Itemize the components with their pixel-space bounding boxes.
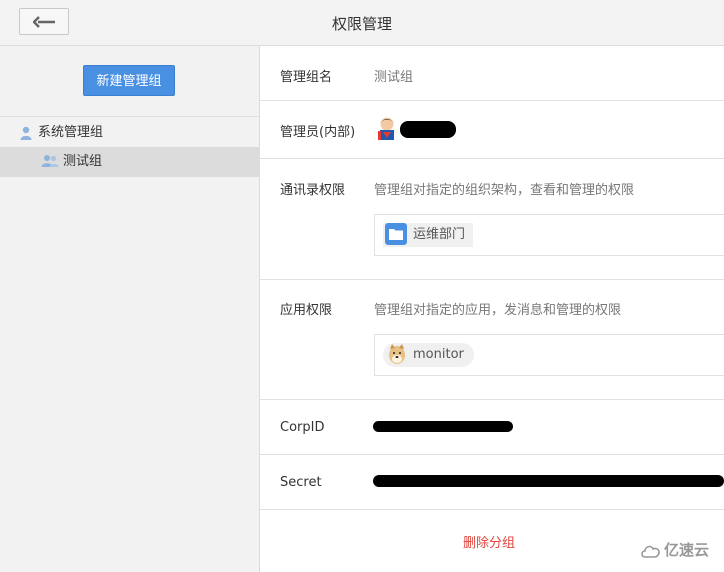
folder-icon [385, 223, 407, 245]
department-chip-label: 运维部门 [413, 227, 466, 242]
tree-item-system-group[interactable]: 系统管理组 [0, 119, 259, 147]
tree-item-test-group[interactable]: 测试组 [0, 147, 259, 177]
secret-label: Secret [280, 475, 322, 490]
contacts-permission-desc: 管理组对指定的组织架构，查看和管理的权限 [374, 183, 635, 198]
redacted-corpid [373, 421, 513, 432]
watermark-text: 亿速云 [664, 541, 710, 559]
page-title: 权限管理 [331, 15, 392, 33]
watermark: 亿速云 [640, 539, 709, 560]
group-detail: 管理组名 测试组 管理员(内部) 通讯录权限 管理组对指定的组织架构，查看和管理… [260, 46, 724, 572]
group-name-value[interactable]: 测试组 [374, 66, 413, 85]
sidebar: 新建管理组 系统管理组 测试组 [0, 46, 260, 572]
app-permission-desc: 管理组对指定的应用，发消息和管理的权限 [374, 303, 622, 318]
app-chip-label: monitor [413, 347, 464, 362]
redacted-secret [373, 475, 724, 487]
cloud-logo-icon [641, 545, 660, 558]
corpid-label: CorpID [280, 420, 325, 435]
divider [260, 279, 724, 280]
department-chip[interactable]: 运维部门 [383, 223, 474, 247]
tree-item-label: 测试组 [63, 154, 103, 169]
divider [260, 158, 724, 159]
group-name-label: 管理组名 [280, 70, 333, 85]
divider [0, 116, 259, 117]
contacts-scope-box[interactable]: 运维部门 [374, 214, 724, 256]
divider [260, 100, 724, 101]
contacts-permission-label: 通讯录权限 [280, 183, 346, 198]
delete-group-link[interactable]: 删除分组 [463, 532, 515, 551]
admin-label: 管理员(内部) [280, 125, 356, 140]
redacted-admin-name [400, 121, 456, 138]
user-icon [20, 126, 32, 140]
top-bar: 权限管理 [0, 0, 724, 46]
new-group-button[interactable]: 新建管理组 [83, 65, 175, 96]
divider [260, 454, 724, 455]
app-chip[interactable]: monitor [383, 343, 474, 367]
doge-app-icon [389, 344, 405, 364]
divider [260, 509, 724, 510]
app-scope-box[interactable]: monitor [374, 334, 724, 376]
tree-item-label: 系统管理组 [38, 125, 104, 140]
users-icon [41, 155, 59, 167]
admin-avatar-icon[interactable] [376, 116, 398, 142]
divider [260, 399, 724, 400]
app-permission-label: 应用权限 [280, 303, 333, 318]
